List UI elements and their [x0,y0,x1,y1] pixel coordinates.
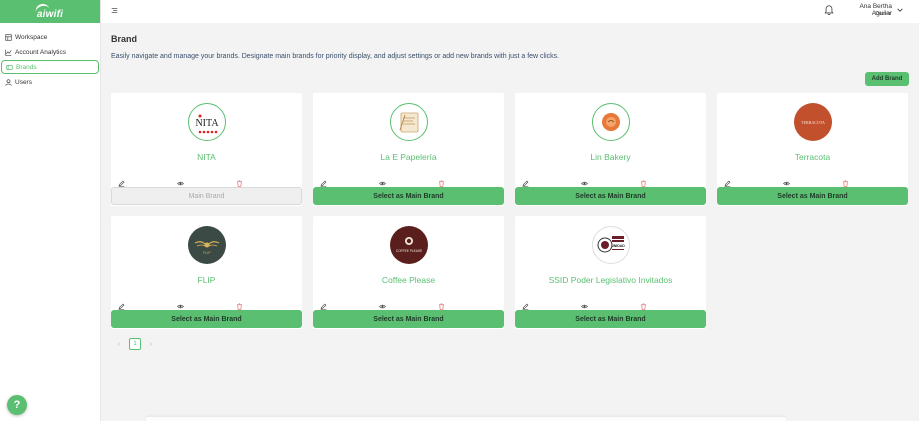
menu-toggle-icon[interactable] [111,7,118,14]
select-main-brand-button[interactable]: Select as Main Brand [313,187,504,205]
prev-page-button[interactable]: ‹ [115,341,123,348]
help-button[interactable]: ? [7,395,27,415]
view-icon[interactable] [379,174,387,186]
notification-icon[interactable] [824,5,834,15]
brand-name: FLIP [197,275,216,285]
brand-name: SSID Poder Legislativo Invitados [548,275,673,285]
brand-card: COFFEE PLEASE Coffee Please Select as Ma… [313,216,504,329]
main-brand-button: Main Brand [111,187,302,205]
brand-actions [111,297,302,310]
brand-card: UNIDAD SSID Poder Legislativo Invitados … [515,216,706,329]
brand-logo-coffee-please: COFFEE PLEASE [390,226,428,264]
top-bar: Ana Bertha Aguilar Owner [101,0,919,23]
next-page-button[interactable]: › [147,341,155,348]
edit-icon[interactable] [724,174,732,187]
brand-logo-ssid-poder-legislativo: UNIDAD [592,226,630,264]
pagination: ‹ 1 › [115,338,155,350]
brand-actions [515,174,706,187]
delete-icon[interactable] [236,174,244,187]
sidebar-nav: Workspace Account Analytics Brands Users [0,30,100,89]
select-main-brand-button[interactable]: Select as Main Brand [717,187,908,205]
brand-logo-lin-bakery [592,103,630,141]
brand-name: NITA [197,152,216,162]
app-logo[interactable]: aiwifi [0,0,100,23]
sidebar-item-workspace[interactable]: Workspace [1,30,99,44]
workspace-icon [5,33,12,41]
brand-name: La E Papelería [380,152,437,162]
page-number-button[interactable]: 1 [129,338,141,350]
brand-logo-text: NITA [195,118,219,129]
page-title: Brand [111,34,138,44]
view-icon[interactable] [379,297,387,309]
brand-logo-text: FLIP [203,251,211,255]
horizontal-scrollbar[interactable] [146,417,786,421]
delete-icon[interactable] [236,297,244,310]
sidebar-item-label: Brands [16,63,37,71]
edit-icon[interactable] [118,174,126,187]
brand-card: FLIP FLIP Select as Main Brand [111,216,302,329]
page-description: Easily navigate and manage your brands. … [111,53,560,60]
brand-actions [717,174,908,187]
delete-icon[interactable] [640,297,648,310]
brand-logo-flip: FLIP [188,226,226,264]
user-role: Owner [874,10,891,17]
sidebar-item-users[interactable]: Users [1,75,99,89]
user-icon [5,78,12,86]
analytics-icon [5,49,12,56]
view-icon[interactable] [581,174,589,186]
brand-logo-text: UNIDAD [611,244,625,248]
sidebar: aiwifi Workspace Account Analytics Brand… [0,0,101,421]
brand-logo-text: TERRACOTA [801,120,825,125]
sidebar-item-account-analytics[interactable]: Account Analytics [1,45,99,59]
chevron-down-icon[interactable] [896,6,904,14]
edit-icon[interactable] [320,297,328,310]
brand-logo-la-e-papeleria [390,103,428,141]
help-icon: ? [13,399,21,411]
edit-icon[interactable] [320,174,328,187]
brand-card: Lin Bakery Select as Main Brand [515,93,706,206]
delete-icon[interactable] [842,174,850,187]
delete-icon[interactable] [438,297,446,310]
main-content: Brand Easily navigate and manage your br… [101,23,919,421]
edit-icon[interactable] [522,174,530,187]
delete-icon[interactable] [640,174,648,187]
brand-logo-terracota: TERRACOTA [794,103,832,141]
view-icon[interactable] [581,297,589,309]
add-brand-button[interactable]: Add Brand [865,72,909,86]
sidebar-item-label: Workspace [15,33,48,41]
brand-card: La E Papelería Select as Main Brand [313,93,504,206]
view-icon[interactable] [177,297,185,309]
brand-name: Terracota [794,152,831,162]
brand-actions [111,174,302,187]
brand-card: NITA NITA Main Brand [111,93,302,206]
brand-actions [515,297,706,310]
select-main-brand-button[interactable]: Select as Main Brand [111,310,302,328]
delete-icon[interactable] [438,174,446,187]
sidebar-item-brands[interactable]: Brands [1,60,99,74]
select-main-brand-button[interactable]: Select as Main Brand [515,310,706,328]
sidebar-item-label: Account Analytics [15,48,66,56]
edit-icon[interactable] [118,297,126,310]
select-main-brand-button[interactable]: Select as Main Brand [515,187,706,205]
brand-card: TERRACOTA Terracota Select as Main Brand [717,93,908,206]
brand-logo-nita: NITA [188,103,226,141]
brand-actions [313,174,504,187]
brand-logo-text: COFFEE PLEASE [396,249,422,253]
brands-icon [6,64,13,71]
view-icon[interactable] [177,174,185,186]
view-icon[interactable] [783,174,791,186]
edit-icon[interactable] [522,297,530,310]
brand-actions [313,297,504,310]
select-main-brand-button[interactable]: Select as Main Brand [313,310,504,328]
sidebar-item-label: Users [15,78,32,86]
brand-name: Lin Bakery [590,152,631,162]
brand-name: Coffee Please [381,275,436,285]
